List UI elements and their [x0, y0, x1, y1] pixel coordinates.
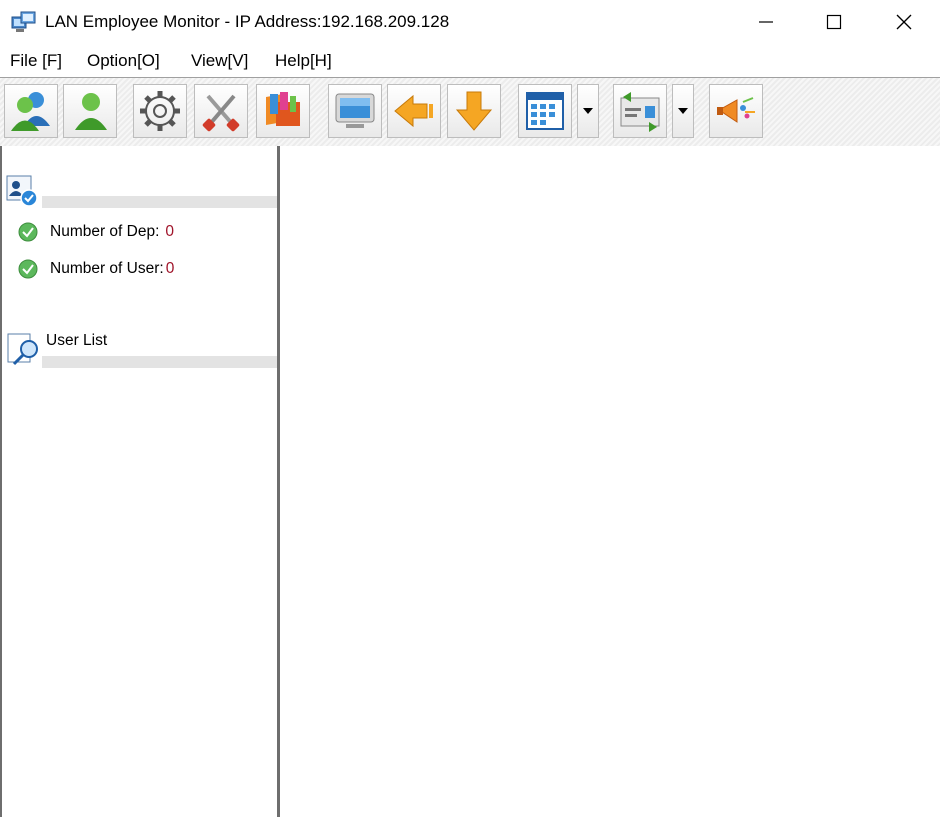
toolbar-schedule-dropdown[interactable] — [577, 84, 599, 138]
toolbar-tools-button[interactable] — [194, 84, 248, 138]
user-list-header-bar — [42, 356, 278, 368]
user-icon — [75, 93, 107, 130]
menu-option[interactable]: Option[O] — [87, 50, 160, 72]
user-card-check-icon — [6, 174, 40, 212]
arrow-down-icon — [455, 91, 493, 131]
menu-bar: File [F] Option[O] View[V] Help[H] — [0, 46, 940, 76]
toolbar-settings-button[interactable] — [133, 84, 187, 138]
stat-label: Number of Dep: — [50, 223, 160, 240]
minimize-button[interactable] — [738, 0, 794, 44]
toolbar-schedule-button[interactable] — [518, 84, 572, 138]
stat-value: 0 — [165, 223, 175, 240]
main-content-area — [280, 146, 940, 817]
maximize-button[interactable] — [806, 0, 862, 44]
transfer-card-icon — [620, 92, 660, 132]
users-group-icon — [11, 92, 50, 131]
toolbar-users-button[interactable] — [4, 84, 58, 138]
menu-help[interactable]: Help[H] — [275, 50, 332, 72]
stat-number-of-dep: Number of Dep: 0 — [18, 221, 174, 243]
toolbar-transfer-button[interactable] — [613, 84, 667, 138]
title-bar: LAN Employee Monitor - IP Address:192.16… — [0, 0, 940, 44]
calendar-grid-icon — [526, 92, 564, 130]
toolbar-books-button[interactable] — [256, 84, 310, 138]
check-circle-icon — [18, 222, 38, 242]
menu-view[interactable]: View[V] — [191, 50, 248, 72]
toolbar-transfer-dropdown[interactable] — [672, 84, 694, 138]
stat-number-of-user: Number of User: 0 — [18, 258, 174, 280]
megaphone-icon — [717, 97, 755, 123]
chevron-down-icon — [678, 108, 688, 114]
toolbar-user-button[interactable] — [63, 84, 117, 138]
close-icon — [896, 14, 912, 30]
menu-file[interactable]: File [F] — [10, 50, 62, 72]
computer-monitor-icon — [11, 10, 37, 34]
arrow-left-icon — [394, 94, 433, 128]
chevron-down-icon — [583, 108, 593, 114]
toolbar-back-button[interactable] — [387, 84, 441, 138]
close-button[interactable] — [876, 0, 932, 44]
user-list-title[interactable]: User List — [46, 332, 107, 350]
tools-icon — [202, 94, 240, 132]
monitor-icon — [335, 93, 375, 128]
minimize-icon — [759, 21, 773, 23]
gear-icon — [140, 91, 180, 131]
toolbar — [0, 77, 940, 148]
check-circle-icon — [18, 259, 38, 279]
maximize-icon — [826, 14, 842, 30]
document-search-icon — [6, 332, 42, 372]
toolbar-monitor-button[interactable] — [328, 84, 382, 138]
toolbar-download-button[interactable] — [447, 84, 501, 138]
sidebar-panel: Number of Dep: 0 Number of User: 0 User … — [0, 146, 278, 817]
toolbar-broadcast-button[interactable] — [709, 84, 763, 138]
books-icon — [266, 92, 300, 126]
window-title: LAN Employee Monitor - IP Address:192.16… — [45, 12, 450, 31]
stat-value: 0 — [165, 260, 175, 277]
stat-label: Number of User: — [50, 260, 164, 277]
summary-header-bar — [42, 196, 278, 208]
